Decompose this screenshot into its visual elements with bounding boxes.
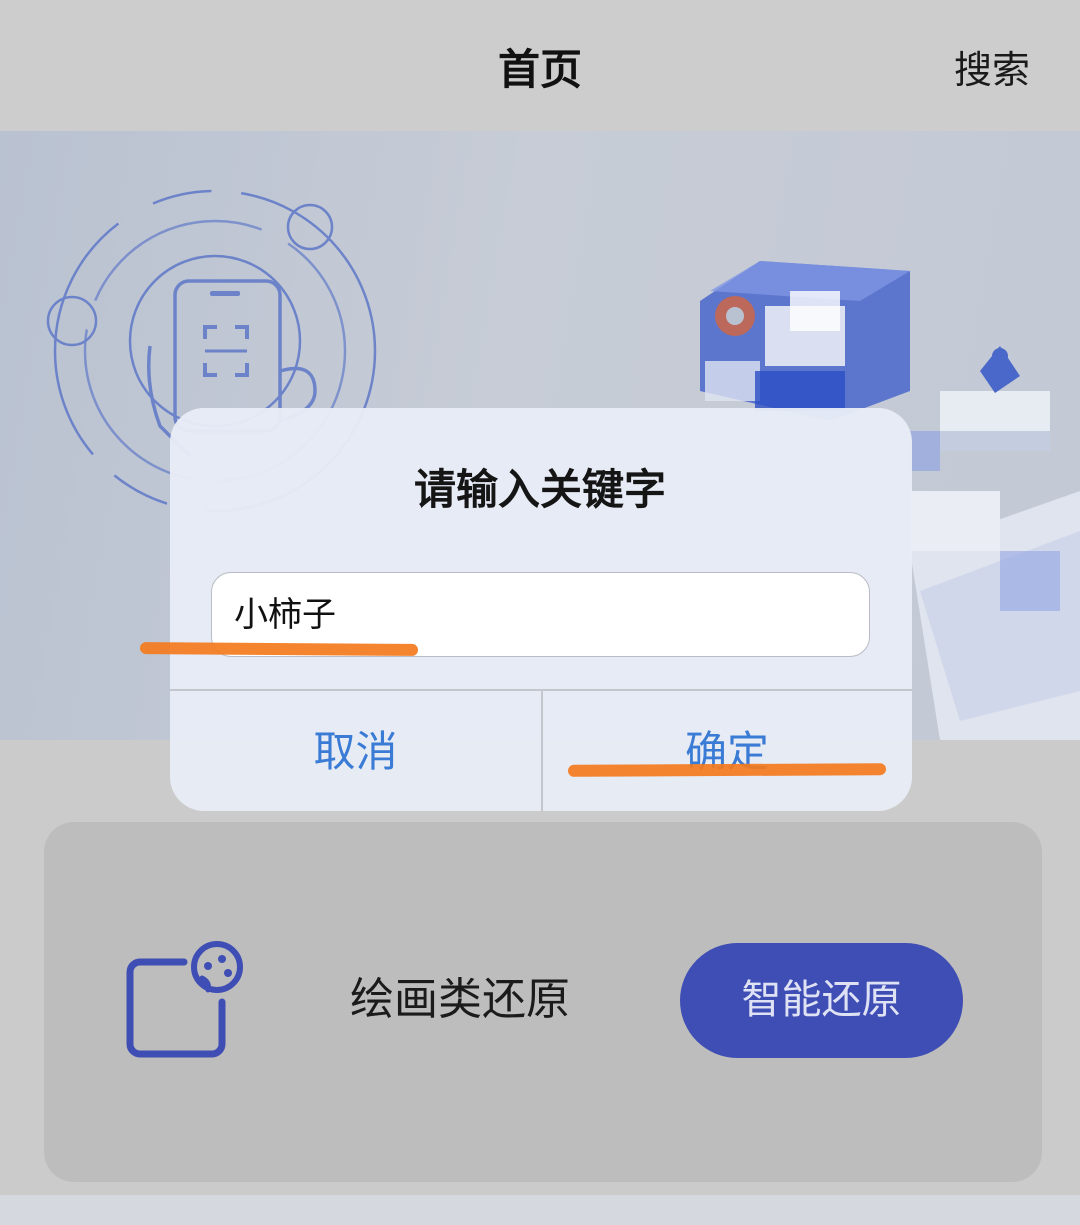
confirm-button[interactable]: 确定 (542, 690, 912, 811)
confirm-highlight-mark (567, 763, 887, 777)
cancel-button[interactable]: 取消 (170, 690, 541, 811)
cube-illustration-icon (700, 261, 910, 421)
search-button[interactable]: 搜索 (954, 0, 1030, 131)
dialog-title: 请输入关键字 (413, 465, 666, 514)
top-nav-bar: 首页 搜索 (0, 0, 1080, 131)
bottom-strip (0, 1195, 1080, 1225)
smart-restore-button[interactable]: 智能还原 (680, 943, 963, 1058)
input-highlight-mark (139, 642, 419, 656)
platform-illustration (910, 346, 1080, 740)
page-title: 首页 (497, 45, 582, 94)
palette-icon (122, 940, 247, 1064)
card-title: 绘画类还原 (350, 974, 570, 1025)
